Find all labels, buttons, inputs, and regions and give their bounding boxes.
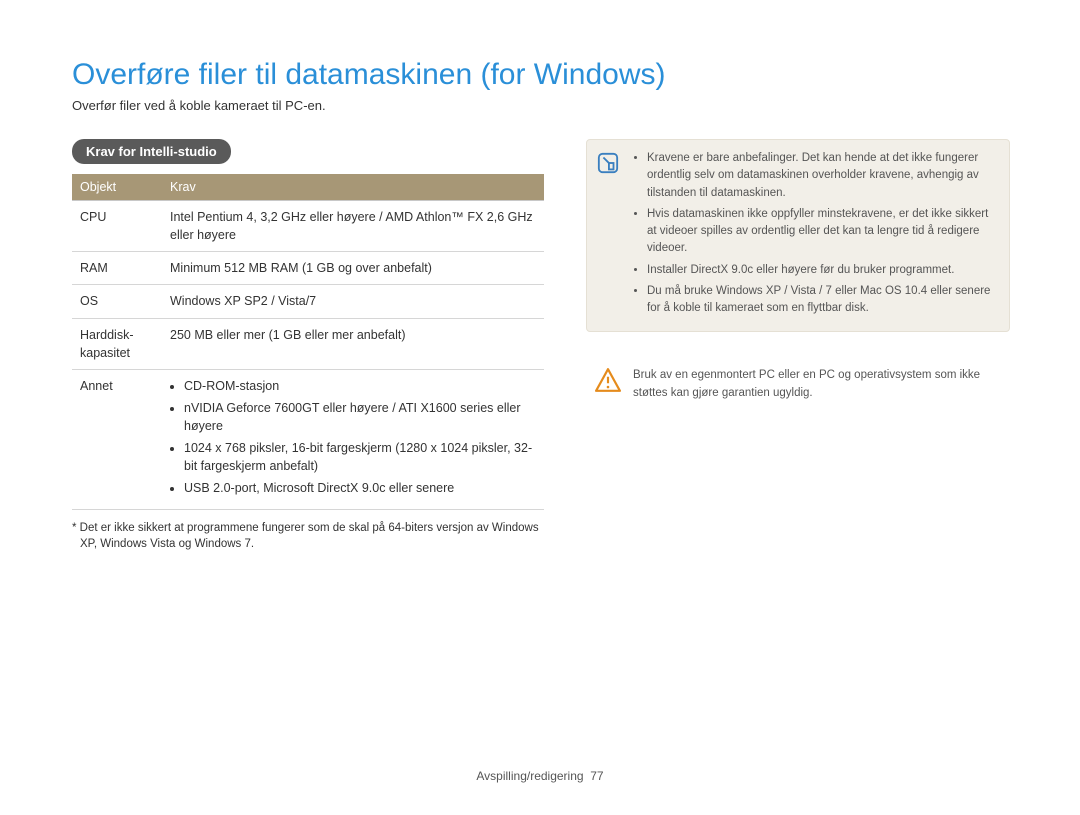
footer-section: Avspilling/redigering xyxy=(476,769,583,783)
row-label: CPU xyxy=(72,201,162,252)
note-item: Kravene er bare anbefalinger. Det kan he… xyxy=(647,150,995,202)
row-value: CD-ROM-stasjon nVIDIA Geforce 7600GT ell… xyxy=(162,369,544,509)
footer-page: 77 xyxy=(590,769,603,783)
section-pill: Krav for Intelli-studio xyxy=(72,139,231,164)
row-value: Intel Pentium 4, 3,2 GHz eller høyere / … xyxy=(162,201,544,252)
row-value: Windows XP SP2 / Vista/7 xyxy=(162,285,544,318)
note-item: Installer DirectX 9.0c eller høyere før … xyxy=(647,262,995,279)
row-value: 250 MB eller mer (1 GB eller mer anbefal… xyxy=(162,318,544,369)
table-row: Harddisk-kapasitet 250 MB eller mer (1 G… xyxy=(72,318,544,369)
note-icon xyxy=(595,150,621,176)
other-item: 1024 x 768 piksler, 16-bit fargeskjerm (… xyxy=(184,439,536,475)
table-header-req: Krav xyxy=(162,174,544,201)
row-label: RAM xyxy=(72,252,162,285)
table-row: Annet CD-ROM-stasjon nVIDIA Geforce 7600… xyxy=(72,369,544,509)
page-title: Overføre filer til datamaskinen (for Win… xyxy=(72,58,1010,92)
other-item: CD-ROM-stasjon xyxy=(184,377,536,395)
other-item: nVIDIA Geforce 7600GT eller høyere / ATI… xyxy=(184,399,536,435)
row-value: Minimum 512 MB RAM (1 GB og over anbefal… xyxy=(162,252,544,285)
table-header-object: Objekt xyxy=(72,174,162,201)
warning-text: Bruk av en egenmontert PC eller en PC og… xyxy=(633,369,980,398)
table-row: RAM Minimum 512 MB RAM (1 GB og over anb… xyxy=(72,252,544,285)
footnote: * Det er ikke sikkert at programmene fun… xyxy=(72,520,544,553)
table-row: CPU Intel Pentium 4, 3,2 GHz eller høyer… xyxy=(72,201,544,252)
row-label: OS xyxy=(72,285,162,318)
note-box: Kravene er bare anbefalinger. Det kan he… xyxy=(586,139,1010,332)
row-label: Harddisk-kapasitet xyxy=(72,318,162,369)
table-row: OS Windows XP SP2 / Vista/7 xyxy=(72,285,544,318)
page-footer: Avspilling/redigering 77 xyxy=(0,769,1080,783)
note-item: Du må bruke Windows XP / Vista / 7 eller… xyxy=(647,283,995,318)
row-label: Annet xyxy=(72,369,162,509)
requirements-table: Objekt Krav CPU Intel Pentium 4, 3,2 GHz… xyxy=(72,174,544,510)
warning-icon xyxy=(595,367,621,393)
page-subtitle: Overfør filer ved å koble kameraet til P… xyxy=(72,98,1010,113)
note-item: Hvis datamaskinen ikke oppfyller minstek… xyxy=(647,206,995,258)
warning-box: Bruk av en egenmontert PC eller en PC og… xyxy=(586,356,1010,413)
other-item: USB 2.0-port, Microsoft DirectX 9.0c ell… xyxy=(184,479,536,497)
